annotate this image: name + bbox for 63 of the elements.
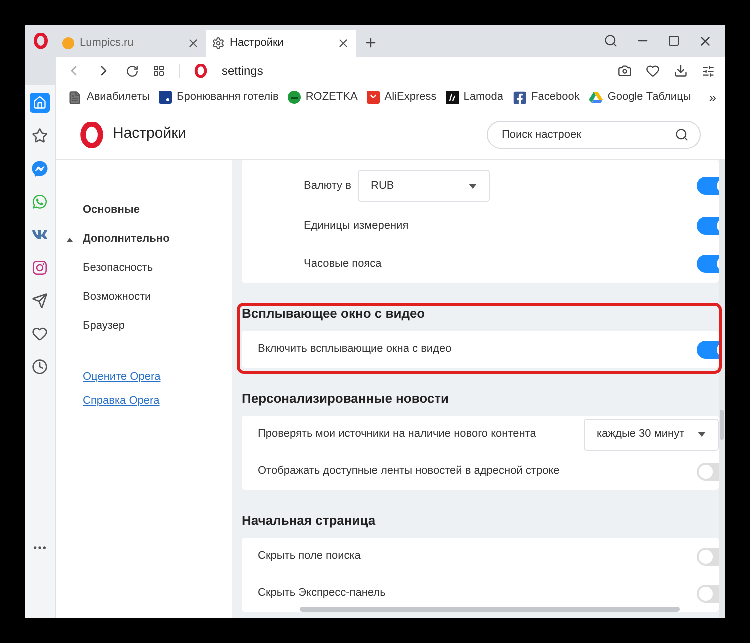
more-bookmarks[interactable]: » <box>709 88 717 108</box>
opera-logo <box>194 64 208 78</box>
section-title: Всплывающее окно с видео <box>242 305 426 323</box>
setting-label: Отображать доступные ленты новостей в адресной строке <box>258 464 560 480</box>
document-icon <box>68 90 82 104</box>
bookmark[interactable]: ROZETKA <box>288 89 358 106</box>
setting-label: Проверять мои источники на наличие нового контента <box>258 427 536 442</box>
bookmark[interactable]: Бронювання готелів <box>159 89 279 106</box>
setting-label: Включить всплывающие окна с видео <box>258 342 452 358</box>
bookmark-site-icon <box>446 91 459 104</box>
link[interactable]: Оцените Opera <box>56 365 232 389</box>
tab-title: Lumpics.ru <box>80 36 135 52</box>
section-title: Начальная страница <box>242 512 377 530</box>
opera-logo <box>79 122 105 148</box>
setting-label: Единицы измерения <box>304 218 409 234</box>
bookmark-site-icon <box>366 91 380 104</box>
nav-item[interactable]: Безопасность <box>56 254 232 283</box>
drive-icon <box>588 92 603 104</box>
bookmark-site-icon <box>288 91 301 104</box>
setting-label: Скрыть поле поиска <box>258 549 361 564</box>
bookmark[interactable]: Lamoda <box>446 89 504 106</box>
bookmark-site-icon <box>159 91 172 104</box>
tab-title: Настройки <box>230 36 285 52</box>
nav-item[interactable]: Дополнительно <box>56 225 232 254</box>
setting-label: Валюту в <box>304 178 352 194</box>
camera-icon[interactable] <box>618 64 632 78</box>
page-title: Настройки <box>113 124 187 144</box>
maximize-icon[interactable] <box>668 35 680 47</box>
dropdown[interactable]: каждые 30 минут <box>584 418 719 450</box>
search-field[interactable]: Поиск настроек <box>487 120 701 148</box>
site-icon <box>62 37 75 50</box>
heart-icon[interactable] <box>646 64 660 78</box>
close-icon[interactable] <box>187 37 200 50</box>
nav-item[interactable]: Основные <box>56 196 232 225</box>
caret-icon <box>469 184 477 188</box>
bookmark[interactable]: Google Таблицы <box>588 89 692 106</box>
nav-item[interactable]: Браузер <box>56 312 232 341</box>
browser-tab[interactable]: Lumpics.ru <box>56 30 206 57</box>
dropdown[interactable]: RUB <box>358 170 490 202</box>
setting-label: Часовые пояса <box>304 256 382 272</box>
gear-icon <box>212 37 225 50</box>
nav-item[interactable]: Возможности <box>56 283 232 312</box>
address-field[interactable]: settings <box>222 62 604 80</box>
horizontal-scrollbar[interactable] <box>300 607 680 612</box>
reload-icon[interactable] <box>126 64 139 78</box>
settings-icon[interactable] <box>702 64 715 78</box>
grid-icon[interactable] <box>153 65 165 77</box>
facebook-icon <box>512 90 527 104</box>
browser-tab[interactable]: Настройки <box>206 30 356 57</box>
search-icon <box>675 128 689 142</box>
opera-logo <box>32 33 48 49</box>
new-tab-icon[interactable] <box>364 36 378 50</box>
section-title: Персонализированные новости <box>242 390 450 408</box>
search-icon[interactable] <box>604 34 618 48</box>
bookmark[interactable]: AliExpress <box>366 89 437 106</box>
setting-label: Скрыть Экспресс-панель <box>258 586 386 602</box>
vertical-scrollbar[interactable] <box>720 410 724 440</box>
bookmark[interactable]: Авиабилеты <box>68 89 150 106</box>
caret-icon <box>698 432 706 437</box>
close-icon[interactable] <box>337 37 350 50</box>
bookmark[interactable]: Facebook <box>512 89 580 106</box>
download-icon[interactable] <box>674 64 688 78</box>
link[interactable]: Справка Opera <box>56 389 232 413</box>
